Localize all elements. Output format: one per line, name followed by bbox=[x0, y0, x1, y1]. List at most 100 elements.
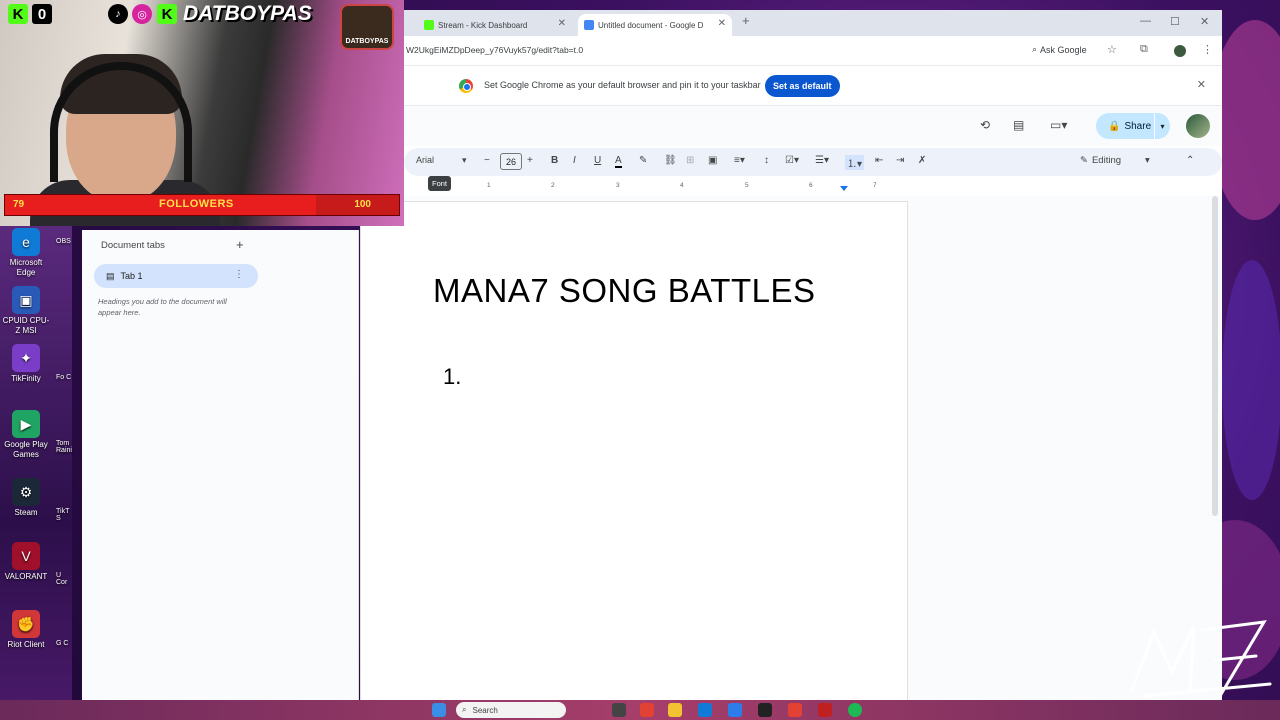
desktop-icon-label: Riot Client bbox=[7, 640, 45, 649]
document-heading[interactable]: MANA7 SONG BATTLES bbox=[433, 272, 815, 310]
add-tab-button[interactable]: + bbox=[236, 237, 244, 252]
spotify-icon[interactable] bbox=[848, 703, 862, 717]
tab-google-docs[interactable]: Untitled document - Google D ✕ bbox=[578, 14, 732, 36]
stream-overlay-header: K 0 ♪ ◎ K DATBOYPAS DATBOYPAS bbox=[0, 0, 404, 50]
taskbar-search-label: Search bbox=[472, 705, 498, 715]
decrease-font-size-icon[interactable]: − bbox=[484, 155, 490, 166]
desktop-icon-riot[interactable]: ✊ Riot Client bbox=[2, 610, 50, 650]
close-icon[interactable]: ✕ bbox=[558, 18, 566, 29]
close-icon[interactable]: ✕ bbox=[1197, 78, 1206, 91]
task-view-icon[interactable] bbox=[612, 703, 626, 717]
numbered-list-item[interactable]: 1. bbox=[443, 364, 461, 390]
link-icon[interactable]: ⛓ bbox=[664, 155, 677, 166]
tab-kick-dashboard[interactable]: Stream - Kick Dashboard ✕ bbox=[418, 14, 572, 36]
desktop-icon-cpuz[interactable]: ▣ CPUID CPU-Z MSI bbox=[2, 286, 50, 336]
desktop-icon-play-games[interactable]: ▶ Google Play Games bbox=[2, 410, 50, 460]
font-select[interactable]: Arial ▾ bbox=[416, 155, 467, 166]
comment-add-icon[interactable]: ⊞ bbox=[686, 155, 694, 166]
ask-google-button[interactable]: ⌕ Ask Google bbox=[1032, 44, 1087, 55]
more-options-icon[interactable]: ⋮ bbox=[234, 269, 244, 280]
checklist-icon[interactable]: ☑▾ bbox=[785, 155, 799, 166]
vertical-scrollbar[interactable] bbox=[1212, 196, 1218, 516]
followers-goal: 100 bbox=[354, 199, 371, 210]
desktop-icon-tikfinity[interactable]: ✦ TikFinity bbox=[2, 344, 50, 384]
chevron-up-icon[interactable]: ⌃ bbox=[1186, 155, 1194, 166]
url-text[interactable]: W2UkgEiMZDpDeep_y76Vuyk57g/edit?tab=t.0 bbox=[406, 45, 583, 55]
riot-icon: ✊ bbox=[12, 610, 40, 638]
tab-label: Stream - Kick Dashboard bbox=[438, 20, 528, 30]
address-bar[interactable]: W2UkgEiMZDpDeep_y76Vuyk57g/edit?tab=t.0 … bbox=[404, 36, 1222, 66]
meet-video-icon[interactable]: ▭▾ bbox=[1050, 118, 1067, 132]
file-explorer-icon[interactable] bbox=[668, 703, 682, 717]
line-spacing-icon[interactable]: ↕ bbox=[764, 155, 769, 166]
clear-formatting-icon[interactable]: ✗ bbox=[918, 155, 926, 166]
bookmark-star-icon[interactable]: ☆ bbox=[1107, 43, 1117, 56]
bold-icon[interactable]: B bbox=[551, 155, 558, 166]
decrease-indent-icon[interactable]: ⇤ bbox=[875, 155, 883, 166]
desktop-icon-label: TikFinity bbox=[11, 374, 41, 383]
chrome-logo-icon bbox=[459, 79, 473, 93]
steam-icon: ⚙ bbox=[12, 478, 40, 506]
ruler-tick: 6 bbox=[809, 182, 813, 189]
close-window-icon[interactable]: ✕ bbox=[1200, 15, 1209, 28]
underline-icon[interactable]: U bbox=[594, 155, 601, 166]
menu-kebab-icon[interactable]: ⋮ bbox=[1202, 43, 1213, 56]
document-page[interactable]: MANA7 SONG BATTLES 1. bbox=[360, 201, 908, 720]
desktop-side-label: U Cor bbox=[56, 572, 68, 586]
obs-taskbar-icon[interactable] bbox=[758, 703, 772, 717]
app-taskbar-icon[interactable] bbox=[818, 703, 832, 717]
chevron-down-icon[interactable]: ▾ bbox=[1154, 113, 1170, 139]
editing-label: Editing bbox=[1091, 155, 1122, 166]
ruler-tick: 5 bbox=[745, 182, 749, 189]
ruler-tick: 4 bbox=[680, 182, 684, 189]
valorant-icon: V bbox=[12, 542, 40, 570]
kick-favicon-icon bbox=[424, 20, 434, 30]
chrome-active-taskbar-icon[interactable] bbox=[788, 703, 802, 717]
text-color-icon[interactable]: A bbox=[615, 155, 622, 168]
document-tab-label: Tab 1 bbox=[120, 271, 143, 281]
desktop-icon-label: Google Play Games bbox=[4, 440, 48, 459]
extensions-icon[interactable]: ⧉ bbox=[1140, 43, 1148, 56]
italic-icon[interactable]: I bbox=[573, 155, 576, 166]
taskbar: ⌕ Search bbox=[0, 700, 1280, 720]
infobar-message: Set Google Chrome as your default browse… bbox=[484, 80, 761, 90]
numbered-list-icon[interactable]: ⒈▾ bbox=[845, 155, 865, 170]
desktop-icon-edge[interactable]: e Microsoft Edge bbox=[2, 228, 50, 278]
desktop-icon-steam[interactable]: ⚙ Steam bbox=[2, 478, 50, 518]
increase-indent-icon[interactable]: ⇥ bbox=[896, 155, 904, 166]
desktop-side-label: Tom Raini bbox=[56, 440, 72, 454]
taskbar-search[interactable]: ⌕ Search bbox=[456, 702, 566, 718]
highlight-icon[interactable]: ✎ bbox=[639, 155, 647, 166]
image-icon[interactable]: ▣ bbox=[708, 155, 717, 166]
docs-header: ⟲ ▤ ▭▾ 🔒 Share ▾ bbox=[404, 106, 1222, 146]
set-as-default-button[interactable]: Set as default bbox=[765, 75, 840, 97]
stream-logo-text: DATBOYPAS bbox=[345, 38, 389, 45]
avatar[interactable] bbox=[1186, 114, 1210, 138]
desktop-icon-valorant[interactable]: V VALORANT bbox=[2, 542, 50, 582]
close-icon[interactable]: ✕ bbox=[718, 18, 726, 29]
tikfinity-icon: ✦ bbox=[12, 344, 40, 372]
version-history-icon[interactable]: ⟲ bbox=[980, 118, 990, 132]
ruler-tick: 1 bbox=[487, 182, 491, 189]
start-icon[interactable] bbox=[432, 703, 446, 717]
kick-logo-icon: K bbox=[8, 4, 28, 24]
document-tab-item[interactable]: ▤ Tab 1 ⋮ bbox=[94, 264, 258, 288]
bulleted-list-icon[interactable]: ☰▾ bbox=[815, 155, 829, 166]
edge-taskbar-icon[interactable] bbox=[698, 703, 712, 717]
increase-font-size-icon[interactable]: + bbox=[527, 155, 533, 166]
store-icon[interactable] bbox=[728, 703, 742, 717]
tab-strip: Stream - Kick Dashboard ✕ Untitled docum… bbox=[404, 10, 1222, 36]
search-icon: ⌕ bbox=[462, 705, 467, 714]
chrome-taskbar-icon[interactable] bbox=[640, 703, 654, 717]
profile-avatar-icon[interactable] bbox=[1174, 45, 1186, 57]
align-icon[interactable]: ≡▾ bbox=[734, 155, 745, 166]
maximize-icon[interactable]: ☐ bbox=[1170, 15, 1180, 28]
editing-mode-select[interactable]: ✎ Editing ▾ bbox=[1080, 155, 1150, 166]
indent-marker[interactable] bbox=[840, 186, 848, 191]
m7-signature-logo bbox=[1130, 620, 1272, 698]
minimize-icon[interactable]: — bbox=[1140, 15, 1151, 27]
new-tab-button[interactable]: + bbox=[742, 13, 750, 28]
docs-toolbar: Arial ▾ − 26 + B I U A ✎ ⛓ ⊞ ▣ ≡▾ ↕ ☑▾ ☰▾… bbox=[404, 148, 1222, 176]
comments-icon[interactable]: ▤ bbox=[1013, 118, 1024, 132]
font-size-input[interactable]: 26 bbox=[500, 153, 522, 170]
